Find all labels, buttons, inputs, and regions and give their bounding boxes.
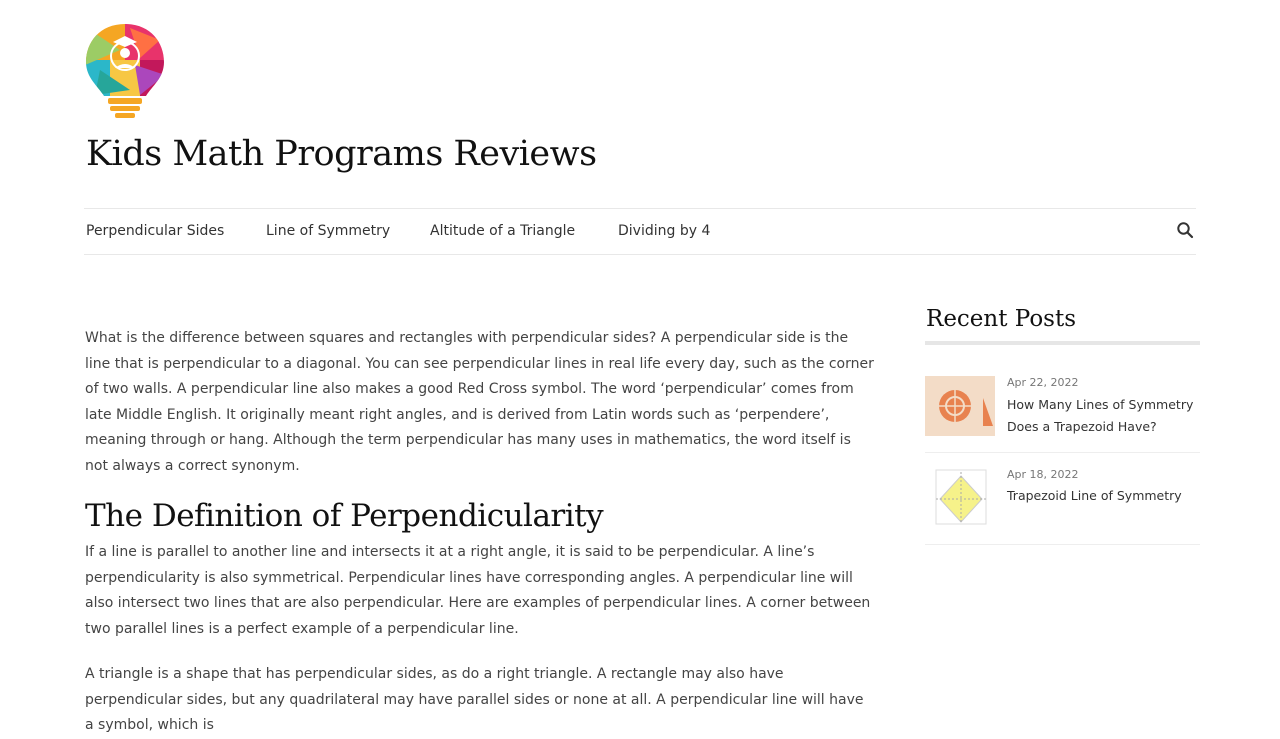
site-logo[interactable] — [80, 20, 170, 128]
post-link-trapezoid[interactable]: Does a Trapezoid Have? — [1007, 419, 1157, 434]
post-date: Apr 22, 2022 — [1007, 376, 1079, 389]
article-content: What is the difference between squares a… — [85, 326, 875, 739]
post-date: Apr 18, 2022 — [1007, 468, 1079, 481]
post-divider — [925, 452, 1200, 453]
section-heading: The Definition of Perpendicularity — [85, 498, 604, 534]
recent-posts-title: Recent Posts — [926, 306, 1077, 332]
nav-item-perpendicular-sides[interactable]: Perpendicular Sides — [86, 221, 224, 241]
post-link-lines-of-symmetry[interactable]: How Many Lines of Symmetry — [1007, 397, 1193, 412]
article-paragraph: If a line is parallel to another line an… — [85, 544, 871, 637]
nav-item-line-of-symmetry[interactable]: Line of Symmetry — [266, 221, 390, 241]
lightbulb-logo-icon — [86, 24, 164, 118]
site-tagline — [83, 171, 583, 203]
sidebar-divider — [925, 341, 1200, 345]
article-paragraph: What is the difference between squares a… — [85, 330, 874, 474]
post-divider — [925, 544, 1200, 545]
recent-post-item: Apr 22, 2022 How Many Lines of Symmetry … — [925, 376, 1200, 441]
post-link-trapezoid-line-of-symmetry[interactable]: Trapezoid Line of Symmetry — [1007, 488, 1182, 503]
article-paragraph: A triangle is a shape that has perpendic… — [85, 666, 864, 733]
nav-item-altitude-of-a-triangle[interactable]: Altitude of a Triangle — [430, 221, 575, 241]
search-icon[interactable] — [1176, 221, 1194, 239]
nav-item-dividing-by-4[interactable]: Dividing by 4 — [618, 221, 710, 241]
main-nav: Perpendicular Sides Line of Symmetry Alt… — [84, 208, 1196, 255]
recent-post-item: Apr 18, 2022 Trapezoid Line of Symmetry — [925, 468, 1200, 530]
site-title[interactable]: Kids Math Programs Reviews — [86, 132, 597, 176]
sidebar-widget-area — [917, 556, 1204, 726]
post-thumbnail[interactable] — [925, 376, 995, 436]
post-thumbnail[interactable] — [934, 468, 990, 526]
